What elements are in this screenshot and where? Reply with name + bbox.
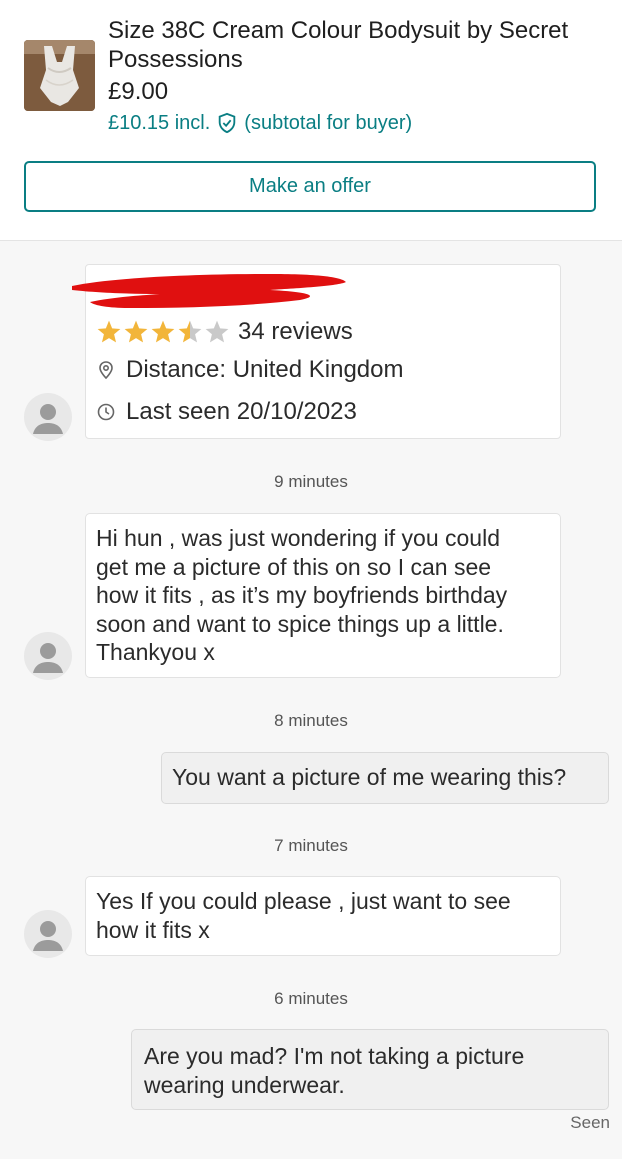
last-seen-text: Last seen 20/10/2023 <box>126 398 357 425</box>
make-offer-button[interactable]: Make an offer <box>24 161 596 212</box>
message-line: how it fits x <box>96 916 210 943</box>
seen-status: Seen <box>570 1113 610 1132</box>
message-line: Yes If you could please , just want to s… <box>96 888 511 914</box>
message-line: how it fits , as it’s my boyfriends birt… <box>96 582 508 608</box>
buyer-subtotal-row[interactable]: £10.15 incl. (subtotal for buyer) <box>108 110 412 136</box>
star-icon <box>178 320 202 343</box>
message-line: Are you mad? I'm not taking a picture <box>144 1043 525 1069</box>
message-timestamp: 8 minutes <box>274 711 348 730</box>
seller-distance: Distance: United Kingdom <box>96 356 403 384</box>
sender-avatar[interactable] <box>24 632 72 680</box>
bodysuit-thumbnail-icon <box>24 40 95 111</box>
review-count[interactable]: 34 reviews <box>238 318 353 346</box>
seller-last-seen: Last seen 20/10/2023 <box>96 398 357 426</box>
item-title[interactable]: Size 38C Cream Colour Bodysuit by Secret… <box>108 16 608 74</box>
item-thumbnail[interactable] <box>24 40 95 111</box>
subtotal-label: (subtotal for buyer) <box>244 111 413 134</box>
message-line: wearing underwear. <box>144 1071 345 1098</box>
seller-rating <box>96 319 231 345</box>
user-silhouette-icon <box>33 921 63 951</box>
message-timestamp: 6 minutes <box>274 989 348 1008</box>
message-timestamp: 9 minutes <box>274 472 348 491</box>
incoming-message-bubble[interactable]: Hi hun , was just wondering if you could… <box>85 513 561 678</box>
message-line: soon and want to spice things up a littl… <box>96 610 504 637</box>
clock-icon <box>96 402 116 422</box>
distance-text: Distance: United Kingdom <box>126 356 404 383</box>
star-icon <box>124 320 148 343</box>
user-silhouette-icon <box>33 643 63 673</box>
message-line: get me a picture of this on so I can see <box>96 553 492 580</box>
message-line: Hi hun , was just wondering if you could <box>96 525 500 551</box>
location-pin-icon <box>96 360 116 380</box>
item-header: Size 38C Cream Colour Bodysuit by Secret… <box>0 0 622 241</box>
user-silhouette-icon <box>33 404 63 434</box>
message-line: Thankyou x <box>96 639 215 665</box>
message-timestamp: 7 minutes <box>274 836 348 855</box>
incl-price: £10.15 incl. <box>108 111 211 134</box>
star-icon <box>205 320 229 343</box>
outgoing-message-bubble[interactable]: You want a picture of me wearing this? <box>161 752 609 804</box>
item-price: £9.00 <box>108 78 169 105</box>
sender-avatar[interactable] <box>24 910 72 958</box>
redaction-mark <box>72 274 346 308</box>
star-icon <box>97 320 121 343</box>
incoming-message-bubble[interactable]: Yes If you could please , just want to s… <box>85 876 561 956</box>
outgoing-message-bubble[interactable]: Are you mad? I'm not taking a picture we… <box>131 1029 609 1110</box>
shield-check-icon <box>216 112 238 134</box>
seller-avatar[interactable] <box>24 393 72 441</box>
message-line: You want a picture of me wearing this? <box>172 764 567 790</box>
star-icon <box>151 320 175 343</box>
